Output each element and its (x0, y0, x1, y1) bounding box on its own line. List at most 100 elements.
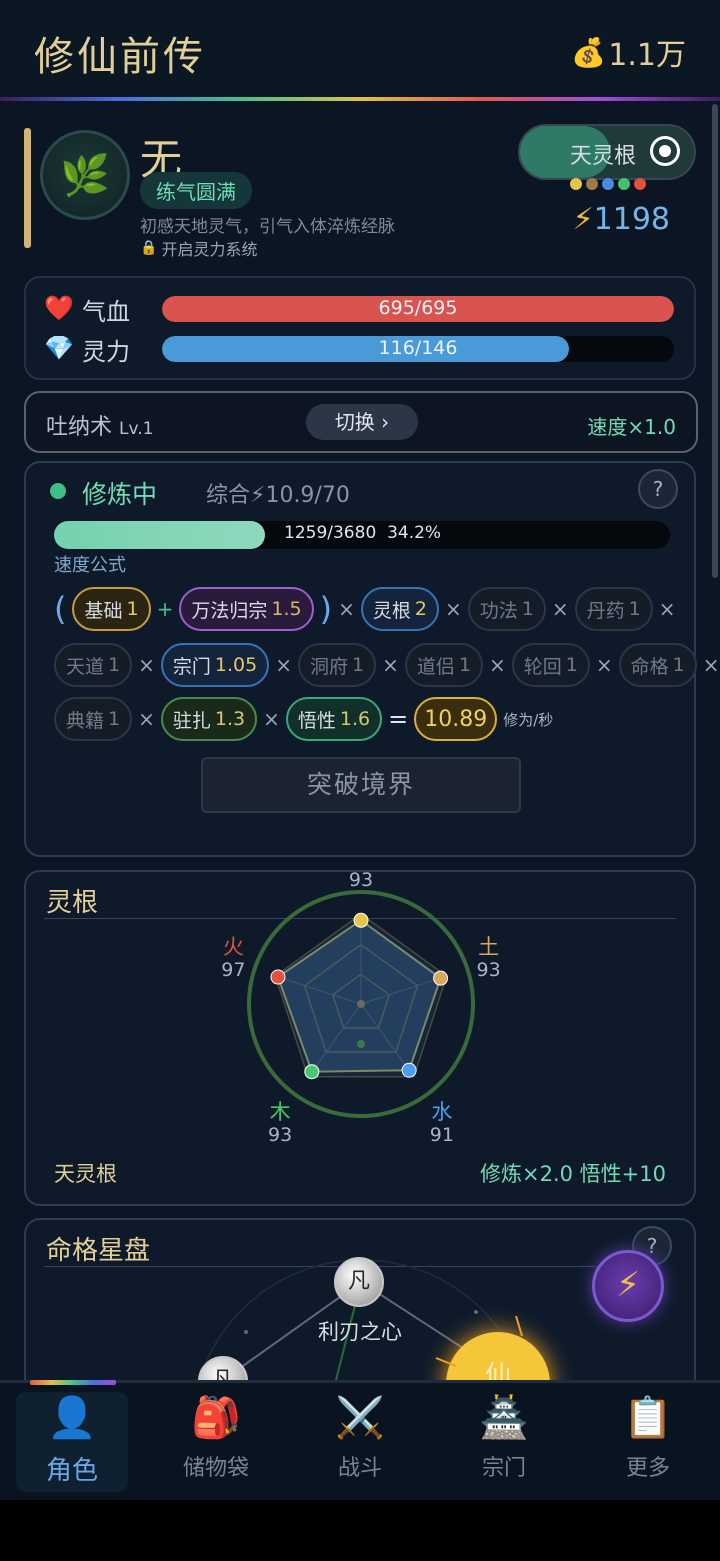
factor-name: 驻扎 (172, 709, 211, 732)
element-name-label: 火 (223, 935, 244, 959)
factor-chip[interactable]: 灵根 2 (360, 587, 439, 631)
hp-value: 695/695 (378, 297, 458, 319)
factor-chip[interactable]: 典籍 1 (54, 697, 133, 741)
scrollbar[interactable] (712, 104, 718, 578)
factor-chip[interactable]: 丹药 1 (574, 587, 653, 631)
factor-value: 1 (458, 654, 471, 676)
nav-item-bag[interactable]: 🎒 储物袋 (160, 1392, 272, 1492)
active-indicator (30, 1380, 116, 1385)
center-marker (357, 1000, 365, 1008)
element-dot (634, 178, 646, 190)
mp-row: 💎 灵力 116/146 (44, 334, 684, 366)
app-title: 修仙前传 (34, 34, 206, 80)
progress-text: 1259/3680 34.2% (284, 523, 441, 543)
factor-chip[interactable]: 驻扎 1.3 (160, 697, 258, 741)
times-sign: × (488, 653, 506, 677)
realm-badge: 练气圆满 (140, 172, 252, 209)
times-sign: × (444, 597, 462, 621)
times-sign: × (551, 597, 569, 621)
nav-item-battle[interactable]: ⚔️ 战斗 (304, 1392, 416, 1492)
formula-label: 速度公式 (54, 555, 126, 576)
factor-chip[interactable]: 命格 1 (618, 643, 697, 687)
technique-speed: 速度×1.0 (587, 415, 676, 439)
factor-name: 灵根 (372, 599, 411, 622)
coin-balance[interactable]: 💰 1.1万 (571, 30, 686, 74)
nav-label: 战斗 (337, 1456, 382, 1481)
nav-label: 更多 (625, 1456, 670, 1481)
times-sign: × (702, 653, 720, 677)
mp-bar: 116/146 (162, 336, 674, 362)
nav-item-more[interactable]: 📋 更多 (592, 1392, 704, 1492)
nav-label: 宗门 (481, 1456, 526, 1481)
switch-technique-button[interactable]: 切换 › (306, 404, 418, 440)
center-marker (357, 1040, 365, 1048)
factor-chip[interactable]: 基础 1 (72, 587, 151, 631)
times-sign: × (275, 653, 292, 677)
times-sign: × (138, 707, 155, 731)
close-paren: ) (319, 590, 333, 628)
element-point (353, 912, 369, 928)
factor-chip[interactable]: 万法归宗 1.5 (179, 587, 314, 631)
factor-chip[interactable]: 悟性 1.6 (285, 697, 383, 741)
times-sign: × (595, 653, 613, 677)
app-screen: 修仙前传 💰 1.1万 🌿 无 练气圆满 初感天地灵气，引气入体淬炼经脉 🔒 开… (0, 0, 720, 1500)
element-point (433, 970, 449, 986)
nav-label: 角色 (45, 1456, 98, 1486)
progress-percent: 34.2% (387, 523, 442, 543)
breakthrough-button[interactable]: 突破境界 (201, 757, 521, 813)
person-icon: 👤 (47, 1395, 97, 1441)
fate-node[interactable]: 凡 (334, 1257, 384, 1307)
factor-chip[interactable]: 洞府 1 (297, 643, 377, 687)
avatar[interactable]: 🌿 (40, 130, 130, 220)
help-button[interactable]: ? (638, 469, 678, 509)
element-point (401, 1062, 417, 1078)
cultivation-panel: 修炼中 综合⚡10.9/70 ? 1259/3680 34.2% 速度公式 ( … (24, 461, 719, 857)
factor-name: 洞府 (309, 655, 348, 678)
factor-chip[interactable]: 道侣 1 (404, 643, 483, 687)
lock-icon: 🔒 (140, 240, 158, 256)
status-dot (50, 483, 66, 499)
factor-chip[interactable]: 宗门 1.05 (160, 643, 270, 687)
factor-name: 悟性 (297, 709, 336, 732)
mp-value: 116/146 (378, 337, 458, 359)
progress-fill (54, 521, 265, 549)
nav-item-sect[interactable]: 🏯 宗门 (448, 1392, 560, 1492)
factor-value: 1 (628, 598, 641, 620)
element-point (270, 969, 286, 985)
toggle-label: 天灵根 (570, 144, 637, 169)
factor-chip[interactable]: 天道 1 (54, 643, 133, 687)
factor-value: 1 (351, 654, 365, 676)
cultivation-status: 修炼中 (82, 480, 158, 509)
spirit-root-bonus: 修炼×2.0 悟性+10 (480, 1162, 666, 1186)
element-name-label: 木 (270, 1100, 291, 1124)
factor-name: 功法 (479, 599, 518, 622)
factor-name: 宗门 (172, 655, 211, 678)
factor-name: 万法归宗 (191, 599, 268, 622)
hp-label: 气血 (82, 298, 130, 326)
radio-icon (650, 136, 680, 166)
accent-bar (24, 128, 31, 248)
quick-action-button[interactable]: ⚡ (592, 1250, 664, 1322)
combat-power: ⚡1198 (573, 202, 670, 237)
technique-name: 吐纳术 Lv.1 (46, 409, 153, 441)
factor-name: 道侣 (416, 655, 455, 678)
spirit-root-toggle[interactable]: 天灵根 (518, 124, 696, 180)
element-dot (602, 178, 614, 190)
spirit-root-panel: 灵根 金93土93水91木93火97 天灵根 修炼×2.0 悟性+10 (24, 870, 696, 1206)
factor-chip[interactable]: 功法 1 (467, 587, 546, 631)
factor-value: 1.05 (214, 654, 258, 676)
factor-name: 命格 (630, 655, 669, 678)
factor-value: 1 (126, 598, 139, 620)
factor-name: 丹药 (586, 599, 625, 622)
lightning-icon: ⚡ (616, 1265, 640, 1305)
nav-item-character[interactable]: 👤 角色 (16, 1392, 128, 1492)
factor-chip[interactable]: 轮回 1 (511, 643, 590, 687)
technique-panel: 吐纳术 Lv.1 切换 › 速度×1.0 (24, 391, 698, 453)
element-name-label: 土 (478, 935, 499, 959)
formula-row-3: 典籍 1 × 驻扎 1.3 × 悟性 1.6 = 10.89 修为/秒 (54, 697, 553, 741)
header-divider (0, 97, 720, 101)
times-sign: × (382, 653, 399, 677)
element-dot (586, 178, 598, 190)
equals-sign: = (388, 705, 409, 733)
plus-sign: + (156, 597, 174, 621)
